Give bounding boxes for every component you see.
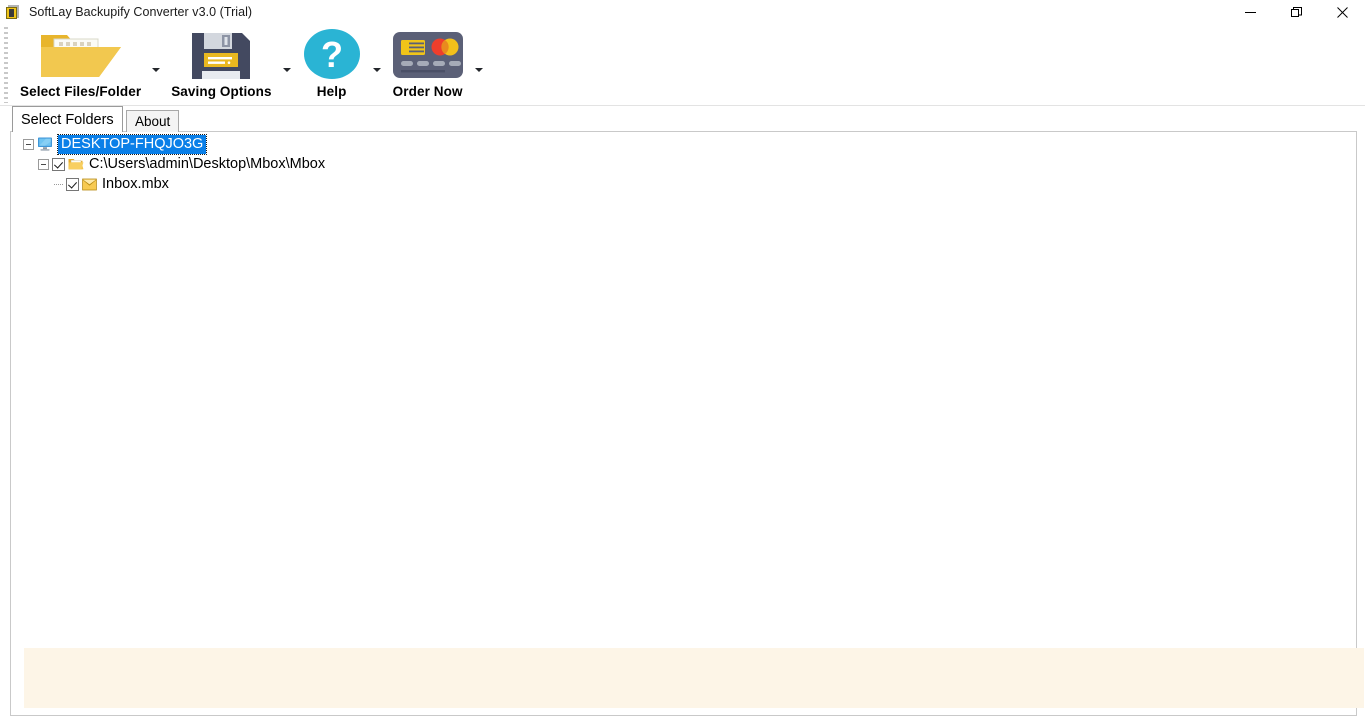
collapse-toggle-icon[interactable] [23, 138, 34, 150]
status-message-panel [24, 648, 1364, 708]
help-label: Help [316, 84, 347, 99]
minimize-icon[interactable] [1227, 0, 1273, 24]
question-mark-help-icon: ? [296, 26, 368, 84]
tab-about[interactable]: About [126, 110, 180, 132]
saving-options-label: Saving Options [171, 84, 272, 99]
svg-text:?: ? [321, 34, 343, 75]
file-checkbox[interactable] [66, 177, 79, 191]
restore-icon[interactable] [1273, 0, 1319, 24]
tree-node-computer-label: DESKTOP-FHQJO3G [56, 133, 208, 155]
folder-open-icon [68, 159, 84, 170]
tree-node-folder[interactable]: C:\Users\admin\Desktop\Mbox\Mbox [11, 154, 1356, 174]
open-folder-icon [38, 26, 124, 84]
close-icon[interactable] [1319, 0, 1365, 24]
saving-options-dropdown-arrow[interactable] [278, 24, 296, 106]
select-files-folder-button[interactable]: Select Files/Folder [14, 24, 147, 101]
tree-node-file-label: Inbox.mbx [102, 176, 169, 192]
app-logo-icon [6, 4, 22, 20]
select-files-folder-label: Select Files/Folder [20, 84, 142, 99]
chevron-down-icon [474, 68, 483, 72]
tree-node-file[interactable]: Inbox.mbx [11, 174, 1356, 194]
collapse-toggle-icon[interactable] [38, 158, 49, 170]
main-toolbar: Select Files/Folder Saving Options ? Hel… [0, 24, 1365, 106]
tab-select-folders-label: Select Folders [21, 111, 114, 128]
toolbar-group-select-files: Select Files/Folder [14, 24, 165, 106]
help-button[interactable]: ? Help [296, 24, 368, 101]
help-dropdown-arrow[interactable] [368, 24, 386, 106]
chevron-down-icon [372, 68, 381, 72]
envelope-mail-icon [82, 178, 97, 190]
tree-node-computer[interactable]: DESKTOP-FHQJO3G [11, 133, 1356, 155]
order-now-label: Order Now [392, 84, 463, 99]
application-window: SoftLay Backupify Converter v3.0 (Trial) [0, 0, 1365, 726]
saving-options-button[interactable]: Saving Options [165, 24, 277, 101]
select-files-folder-dropdown-arrow[interactable] [147, 24, 165, 106]
select-folders-panel: DESKTOP-FHQJO3G C:\Users\admin\Desktop\M… [10, 131, 1364, 716]
window-title: SoftLay Backupify Converter v3.0 (Trial) [29, 5, 253, 19]
toolbar-group-saving-options: Saving Options [165, 24, 295, 106]
toolbar-grip-handle[interactable] [4, 27, 8, 103]
floppy-disk-save-icon [184, 26, 258, 84]
toolbar-group-order-now: Order Now [386, 24, 488, 106]
tree-connector-line [54, 183, 64, 185]
tree-node-folder-label: C:\Users\admin\Desktop\Mbox\Mbox [89, 156, 326, 172]
folder-tree[interactable]: DESKTOP-FHQJO3G C:\Users\admin\Desktop\M… [11, 133, 1356, 194]
title-bar: SoftLay Backupify Converter v3.0 (Trial) [0, 0, 1365, 24]
credit-card-icon [386, 26, 470, 84]
order-now-button[interactable]: Order Now [386, 24, 470, 101]
window-controls [1227, 0, 1365, 24]
chevron-down-icon [282, 68, 291, 72]
folder-checkbox[interactable] [52, 157, 65, 171]
tab-select-folders[interactable]: Select Folders [12, 106, 123, 132]
order-now-dropdown-arrow[interactable] [470, 24, 488, 106]
computer-monitor-icon [38, 137, 52, 151]
toolbar-group-help: ? Help [296, 24, 386, 106]
tab-about-label: About [135, 114, 171, 129]
tab-strip: Select Folders About [10, 106, 1357, 132]
chevron-down-icon [152, 68, 161, 72]
